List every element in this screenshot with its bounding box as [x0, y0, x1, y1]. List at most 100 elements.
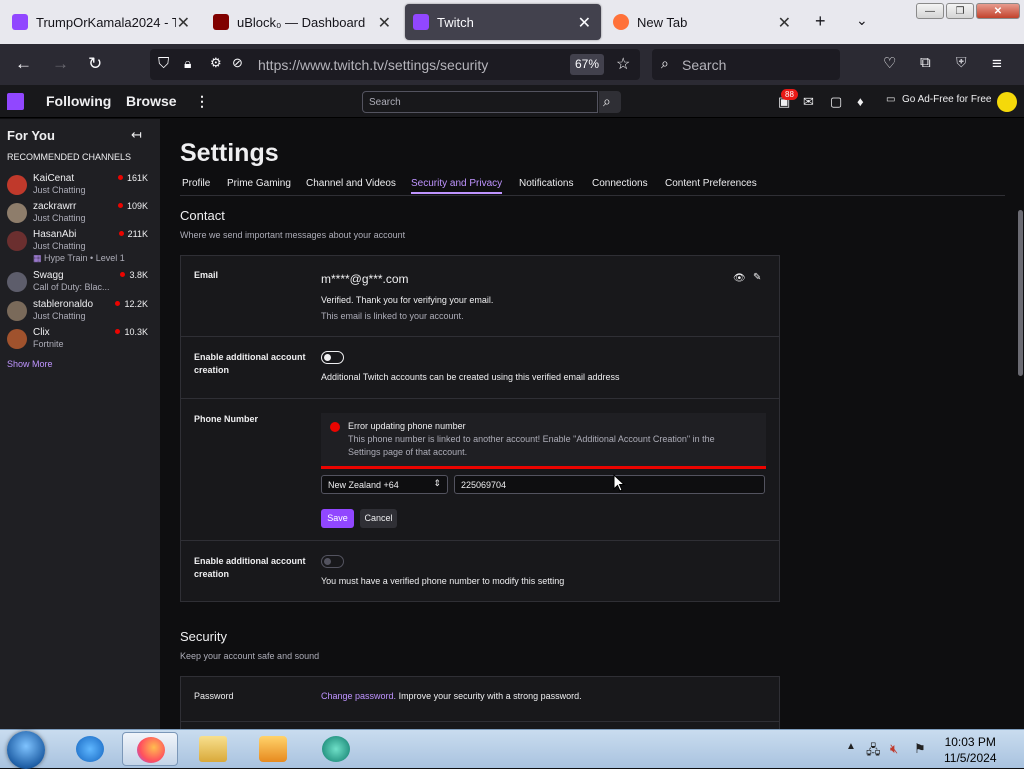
live-dot-icon	[115, 329, 121, 334]
browser-tab-4[interactable]: New Tab ✕	[605, 4, 801, 40]
live-dot-icon	[118, 231, 124, 236]
volume-muted-icon[interactable]: 🔇︎	[890, 741, 898, 757]
tab-profile[interactable]: Profile	[182, 178, 210, 189]
live-dot-icon	[115, 301, 121, 306]
nav-browse[interactable]: Browse	[126, 93, 177, 109]
collapse-sidebar-icon[interactable]: ↤	[131, 127, 142, 143]
change-password-link[interactable]: Change password.	[321, 691, 396, 701]
activity-feed-icon[interactable]: ▢	[830, 94, 842, 110]
bookmark-star-icon[interactable]: ☆	[616, 54, 630, 74]
lock-icon[interactable]: 🔒︎	[184, 55, 191, 72]
sidebar-channel[interactable]: HasanAbi Just Chatting 211K ▦ Hype Train…	[7, 229, 152, 269]
autoplay-blocked-icon[interactable]: ⊘	[232, 55, 243, 71]
close-tab-icon[interactable]: ✕	[177, 13, 190, 33]
taskbar-explorer[interactable]	[185, 732, 241, 766]
sidebar-channel[interactable]: zackrawrr Just Chatting 109K	[7, 201, 152, 229]
sidebar-channel[interactable]: Swagg Call of Duty: Blac... 3.8K	[7, 270, 152, 298]
hype-train-label: ▦ Hype Train • Level 1	[33, 253, 125, 263]
tab-title: uBlock₀ — Dashboard	[237, 14, 366, 30]
taskbar-app[interactable]	[308, 732, 364, 766]
browser-tab-2[interactable]: uBlock₀ — Dashboard ✕	[205, 4, 401, 40]
close-window-button[interactable]: ✕	[976, 3, 1020, 19]
close-tab-icon[interactable]: ✕	[778, 13, 791, 33]
plus-icon[interactable]: +	[815, 11, 826, 32]
password-row-text: Change password. Improve your security w…	[321, 691, 582, 701]
ad-free-icon: ▭	[886, 94, 896, 105]
live-dot-icon	[117, 175, 123, 180]
sidebar-channel[interactable]: stableronaldo Just Chatting 12.2K	[7, 299, 152, 327]
enable-additional-phone-toggle[interactable]	[321, 555, 344, 568]
twitch-search-button[interactable]: ⌕	[599, 91, 621, 113]
ublock-icon[interactable]: ⛨	[956, 54, 967, 71]
menu-icon[interactable]: ≡	[992, 54, 1002, 74]
tab-channel-and-videos[interactable]: Channel and Videos	[306, 178, 396, 189]
taskbar-media-player[interactable]	[245, 732, 301, 766]
tab-content-preferences[interactable]: Content Preferences	[665, 178, 757, 189]
windows-start-button[interactable]	[7, 731, 45, 769]
channel-avatar	[7, 203, 27, 223]
channel-avatar	[7, 272, 27, 292]
enable-additional-label: Enable additional account creation	[194, 556, 306, 579]
recommended-heading: RECOMMENDED CHANNELS	[7, 152, 132, 162]
ad-free-button[interactable]: Go Ad-Free for Free	[902, 94, 991, 105]
error-icon	[330, 422, 340, 432]
security-panel: Password Change password. Improve your s…	[180, 676, 780, 729]
sidebar-channel[interactable]: KaiCenat Just Chatting 161K	[7, 173, 152, 201]
enable-additional-toggle[interactable]	[321, 351, 344, 364]
tab-connections[interactable]: Connections	[592, 178, 648, 189]
system-clock[interactable]: 10:03 PM 11/5/2024	[944, 734, 997, 766]
close-tab-icon[interactable]: ✕	[578, 13, 591, 33]
search-icon: ⌕	[603, 93, 611, 109]
contact-section-subtitle: Where we send important messages about y…	[180, 230, 406, 240]
nav-following[interactable]: Following	[46, 93, 111, 109]
url-text[interactable]: https://www.twitch.tv/settings/security	[258, 57, 488, 73]
channel-avatar	[7, 175, 27, 195]
url-bar[interactable]: ⛉ 🔒︎ ⚙ ⊘ https://www.twitch.tv/settings/…	[150, 49, 640, 80]
show-more-link[interactable]: Show More	[7, 359, 53, 369]
chevron-down-icon[interactable]: ⌄	[856, 12, 868, 29]
tab-title: TrumpOrKamala2024 - Twitch	[36, 14, 176, 30]
sidebar-channel[interactable]: Clix Fortnite 10.3K	[7, 327, 152, 355]
eye-icon[interactable]: 👁︎	[733, 273, 746, 284]
save-button[interactable]: Save	[321, 509, 354, 528]
network-icon[interactable]: 🖧︎	[866, 741, 881, 763]
zoom-level-badge[interactable]: 67%	[570, 54, 604, 75]
taskbar-firefox[interactable]	[122, 732, 178, 766]
whispers-icon[interactable]: ✉	[803, 94, 814, 110]
phone-number-input[interactable]: 225069704	[454, 475, 765, 494]
user-avatar[interactable]	[997, 92, 1017, 112]
twitch-search-input[interactable]: Search	[362, 91, 598, 113]
tray-expand-icon[interactable]: ▲	[846, 741, 856, 752]
tab-prime-gaming[interactable]: Prime Gaming	[227, 178, 291, 189]
permissions-icon[interactable]: ⚙	[210, 55, 222, 71]
folder-icon	[199, 736, 227, 762]
email-linked-text: This email is linked to your account.	[321, 311, 464, 321]
tab-title: New Tab	[637, 14, 688, 30]
maximize-button[interactable]: ❐	[946, 3, 974, 19]
reload-icon[interactable]: ↻	[88, 54, 102, 74]
phone-number-row: Phone Number Error updating phone number…	[181, 399, 779, 541]
security-section-title: Security	[180, 629, 227, 644]
taskbar-internet-explorer[interactable]	[62, 732, 118, 766]
forward-arrow-icon[interactable]: →	[52, 54, 69, 74]
close-tab-icon[interactable]: ✕	[378, 13, 391, 33]
twitch-logo-icon[interactable]	[7, 93, 24, 110]
bits-icon[interactable]: ♦	[857, 94, 864, 109]
pocket-icon[interactable]: ♡	[883, 54, 896, 72]
cancel-button[interactable]: Cancel	[360, 509, 397, 528]
scrollbar-thumb[interactable]	[1018, 210, 1023, 376]
tab-notifications[interactable]: Notifications	[519, 178, 573, 189]
extensions-icon[interactable]: ⧉	[920, 54, 931, 71]
country-code-select[interactable]: New Zealand +64 ⇕	[321, 475, 448, 494]
back-arrow-icon[interactable]: ←	[15, 54, 32, 74]
browser-search-box[interactable]: ⌕ Search	[652, 49, 840, 80]
hype-train-icon: ▦	[33, 253, 42, 263]
shield-icon[interactable]: ⛉	[158, 55, 169, 72]
edit-pencil-icon[interactable]: ✎	[753, 272, 761, 283]
minimize-button[interactable]: —	[916, 3, 944, 19]
browser-tab-3-active[interactable]: Twitch ✕	[405, 4, 601, 40]
action-center-flag-icon[interactable]: ⚑	[914, 741, 926, 757]
more-options-icon[interactable]: ⋮	[195, 93, 209, 110]
browser-tab-1[interactable]: TrumpOrKamala2024 - Twitch ✕	[4, 4, 200, 40]
tab-security-and-privacy[interactable]: Security and Privacy	[411, 178, 503, 194]
